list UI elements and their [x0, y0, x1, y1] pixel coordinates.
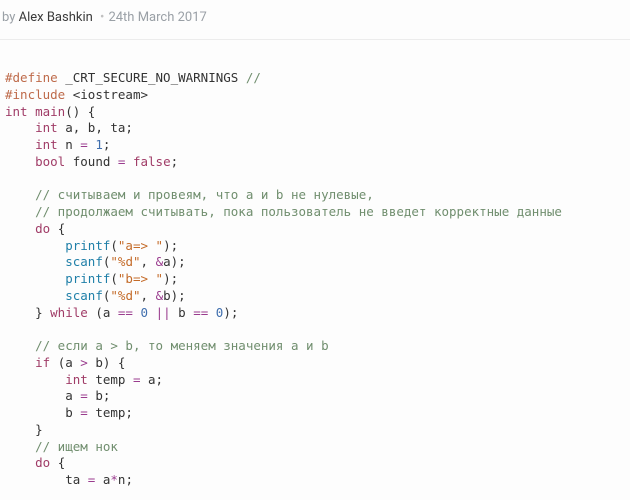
dot-separator: • [100, 10, 104, 25]
author-link[interactable]: Alex Bashkin [19, 10, 93, 25]
byline: by Alex Bashkin • 24th March 2017 [0, 0, 630, 40]
by-label: by [2, 10, 15, 25]
code-content: #define _CRT_SECURE_NO_WARNINGS // #incl… [0, 40, 630, 489]
code-block: #define _CRT_SECURE_NO_WARNINGS // #incl… [5, 70, 625, 489]
post-date: 24th March 2017 [108, 10, 206, 25]
